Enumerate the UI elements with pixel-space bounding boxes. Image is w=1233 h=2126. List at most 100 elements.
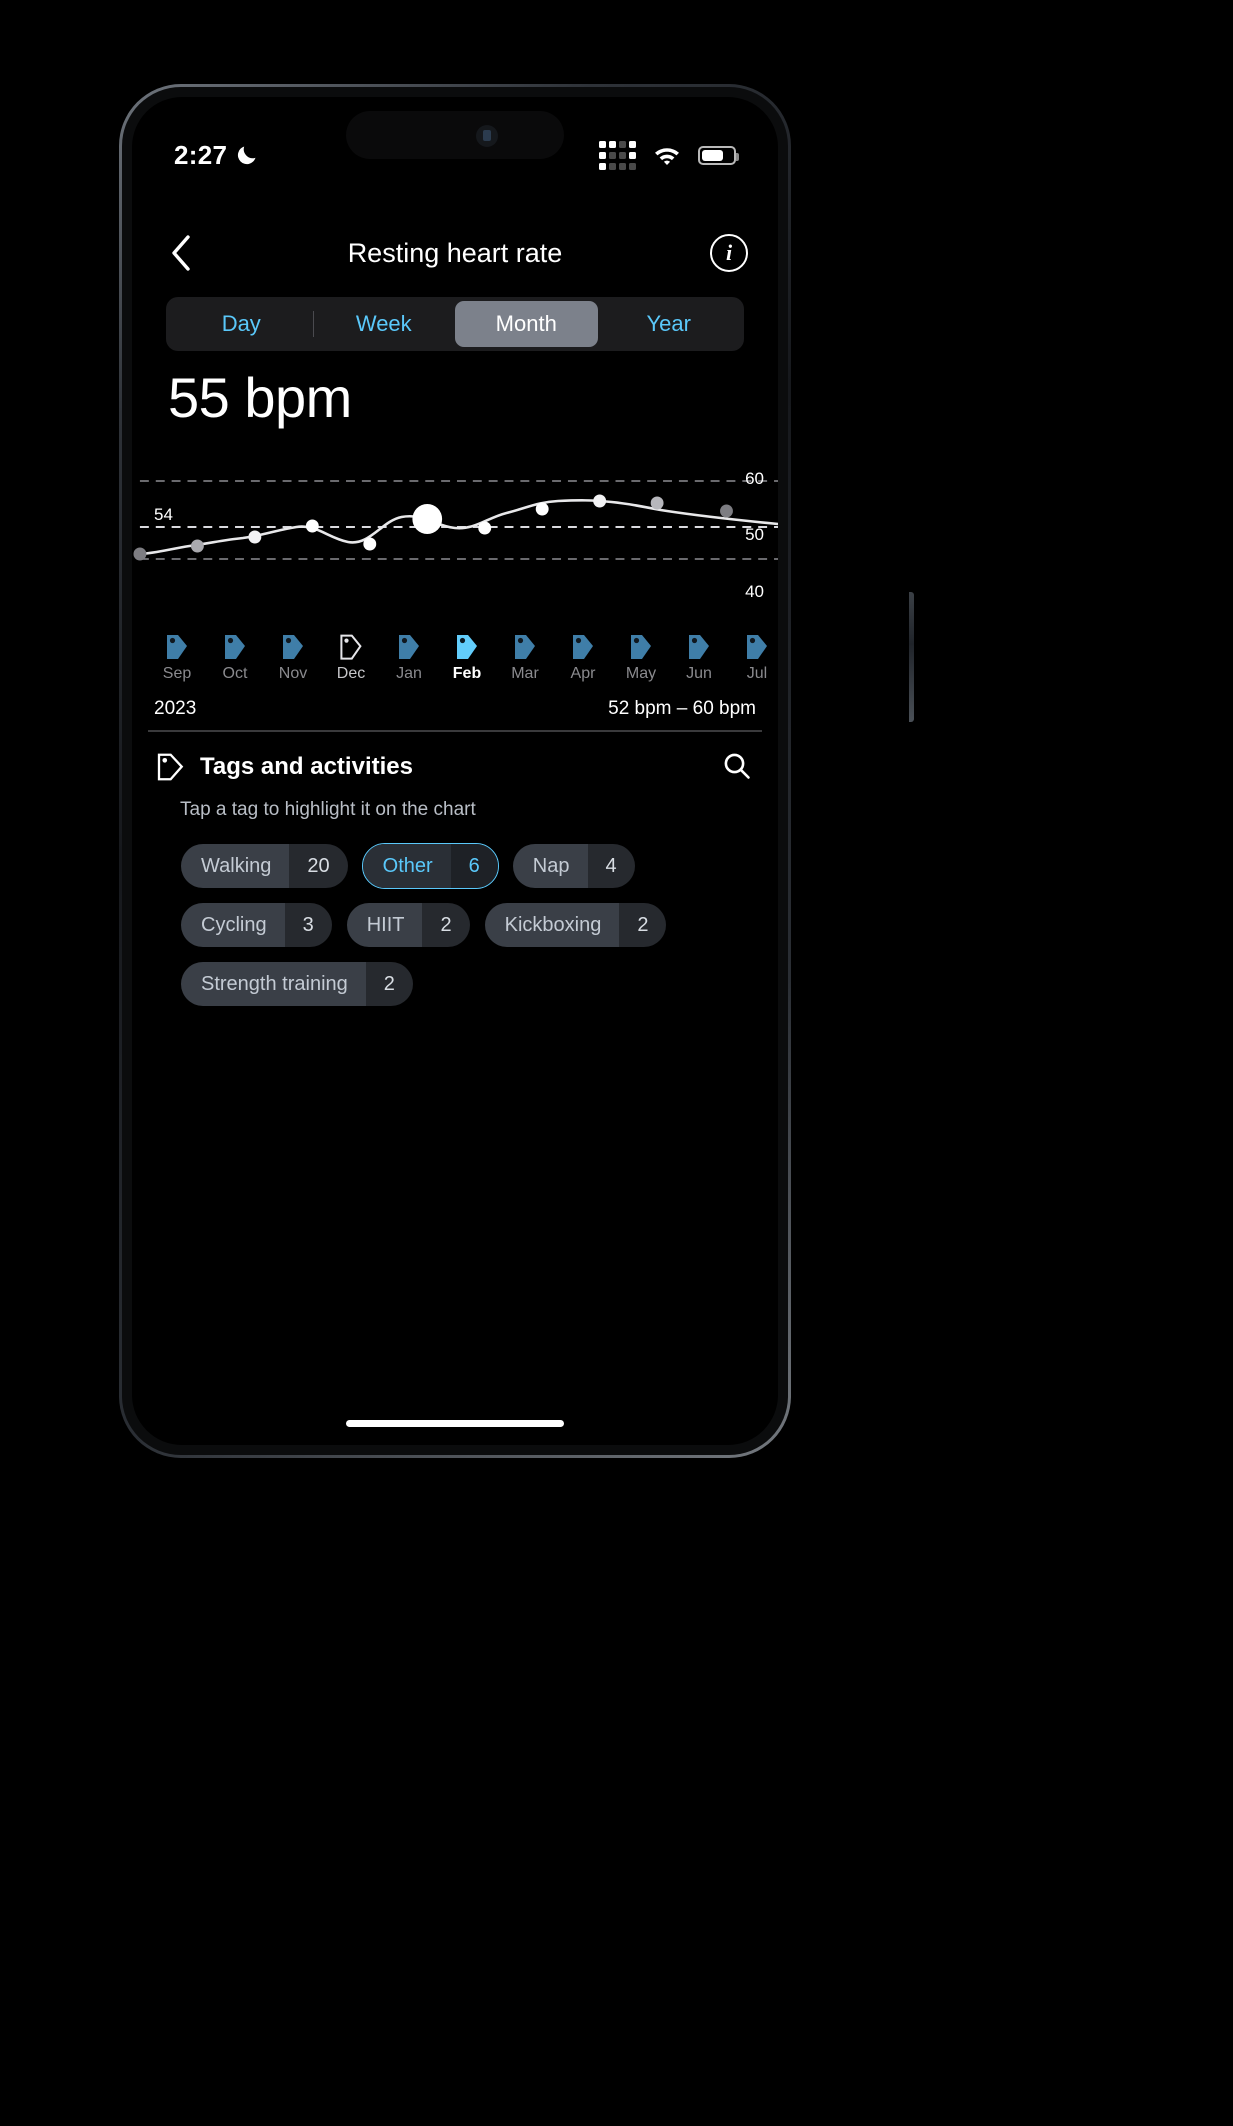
chip-label: HIIT xyxy=(346,903,423,947)
tab-year-label: Year xyxy=(646,311,691,336)
info-button[interactable]: i xyxy=(698,234,760,272)
month-tag-mar[interactable]: Mar xyxy=(496,633,554,683)
tab-week-label: Week xyxy=(355,311,412,336)
month-tag-jun[interactable]: Jun xyxy=(670,633,728,683)
chart-point xyxy=(535,502,549,516)
heart-rate-line-chart[interactable]: 60 50 40 54 xyxy=(132,447,778,627)
chart-point xyxy=(133,547,147,561)
back-button[interactable] xyxy=(150,233,212,273)
tag-icon xyxy=(573,635,593,659)
chip-label: Other xyxy=(362,844,451,888)
month-tag-jul[interactable]: Jul xyxy=(728,633,778,683)
tag-icon xyxy=(167,635,187,659)
info-circle-icon: i xyxy=(710,234,748,272)
tag-chip-nap[interactable]: Nap 4 xyxy=(512,843,636,889)
month-tag-jan[interactable]: Jan xyxy=(380,633,438,683)
month-tag-apr[interactable]: Apr xyxy=(554,633,612,683)
wifi-icon xyxy=(652,144,682,166)
phone-bezel: 2:27 Resting heart rate i Day Week Month… xyxy=(122,87,788,1455)
tab-month-label: Month xyxy=(495,311,557,336)
tag-chip-cycling[interactable]: Cycling 3 xyxy=(180,902,333,948)
month-tag-strip[interactable]: Sep Oct Nov Dec Jan Feb Mar Apr May Jun … xyxy=(132,633,778,689)
status-time: 2:27 xyxy=(174,139,228,170)
tag-icon xyxy=(340,634,362,660)
highlight-value-label: 54 xyxy=(154,505,173,524)
chip-count: 3 xyxy=(284,903,332,947)
tag-chip-other[interactable]: Other 6 xyxy=(361,843,499,889)
tag-chip-walking[interactable]: Walking 20 xyxy=(180,843,349,889)
chip-label: Walking xyxy=(181,844,290,888)
card-divider xyxy=(148,730,762,732)
month-tag-may[interactable]: May xyxy=(612,633,670,683)
month-label: Mar xyxy=(511,665,539,682)
tab-week[interactable]: Week xyxy=(312,301,456,347)
chart-point xyxy=(720,504,733,518)
y-axis-label-40: 40 xyxy=(745,582,764,601)
tags-header: Tags and activities xyxy=(132,745,778,789)
month-label: May xyxy=(625,665,657,682)
chart-point xyxy=(305,519,319,533)
tag-chip-hiit[interactable]: HIIT 2 xyxy=(346,902,471,948)
tag-icon xyxy=(156,752,186,782)
month-tag-dec[interactable]: Dec xyxy=(322,633,380,683)
chart-point xyxy=(478,521,492,535)
power-button[interactable] xyxy=(909,592,914,722)
chart-point xyxy=(593,494,607,508)
month-label: Oct xyxy=(222,665,248,682)
y-axis-label-50: 50 xyxy=(745,525,764,544)
period-segmented-control[interactable]: Day Week Month Year xyxy=(166,297,744,351)
tag-icon xyxy=(399,635,419,659)
chip-count: 2 xyxy=(422,903,470,947)
month-tag-oct[interactable]: Oct xyxy=(206,633,264,683)
chip-count: 2 xyxy=(365,962,413,1006)
tag-chip-kickboxing[interactable]: Kickboxing 2 xyxy=(484,902,668,948)
chart-range: 52 bpm – 60 bpm xyxy=(608,698,756,719)
y-axis-label-60: 60 xyxy=(745,469,764,488)
chart-point xyxy=(363,537,377,551)
chart-year: 2023 xyxy=(154,698,197,719)
tag-icon xyxy=(457,635,477,659)
cellular-signal-icon xyxy=(599,140,636,170)
month-label: Dec xyxy=(336,665,366,682)
month-tag-feb[interactable]: Feb xyxy=(438,633,496,683)
chip-count: 2 xyxy=(619,903,667,947)
navigation-bar: Resting heart rate i xyxy=(132,222,778,284)
chart-point xyxy=(190,539,204,553)
search-icon[interactable] xyxy=(720,750,754,784)
tag-icon xyxy=(225,635,245,659)
chart-card: 60 50 40 54 Sep Oct Nov Dec Jan Feb Mar … xyxy=(132,447,778,732)
tab-month[interactable]: Month xyxy=(455,301,598,347)
tag-chip-strength-training[interactable]: Strength training 2 xyxy=(180,961,414,1007)
tags-title: Tags and activities xyxy=(200,753,413,780)
chip-label: Kickboxing xyxy=(484,903,620,947)
chip-label: Nap xyxy=(512,844,588,888)
battery-fill xyxy=(702,149,724,161)
chip-count: 20 xyxy=(289,844,348,888)
chip-label: Strength training xyxy=(181,962,366,1006)
status-bar: 2:27 xyxy=(132,135,778,175)
month-label: Jul xyxy=(746,665,768,682)
month-tag-sep[interactable]: Sep xyxy=(148,633,206,683)
chart-point xyxy=(650,496,664,510)
chip-count: 6 xyxy=(450,844,498,888)
segment-divider xyxy=(312,311,314,337)
screenshot-root: 2:27 Resting heart rate i Day Week Month… xyxy=(0,0,1233,2126)
home-indicator[interactable] xyxy=(346,1420,564,1427)
tag-icon xyxy=(689,635,709,659)
chart-svg xyxy=(133,480,778,561)
tags-and-activities-section: Tags and activities Tap a tag to highlig… xyxy=(132,745,778,1007)
month-tag-nov[interactable]: Nov xyxy=(264,633,322,683)
tag-icon xyxy=(515,635,535,659)
month-label: Feb xyxy=(452,665,482,682)
battery-icon xyxy=(698,145,739,165)
phone-screen: 2:27 Resting heart rate i Day Week Month… xyxy=(132,97,778,1445)
chevron-left-icon xyxy=(172,235,190,271)
chip-label: Cycling xyxy=(181,903,285,947)
tab-year[interactable]: Year xyxy=(598,301,741,347)
tab-day-label: Day xyxy=(221,311,261,336)
month-label: Nov xyxy=(278,665,308,682)
tab-day[interactable]: Day xyxy=(170,301,313,347)
status-bar-right xyxy=(599,140,739,170)
month-label: Jun xyxy=(686,665,712,682)
chart-point-selected xyxy=(412,504,443,534)
